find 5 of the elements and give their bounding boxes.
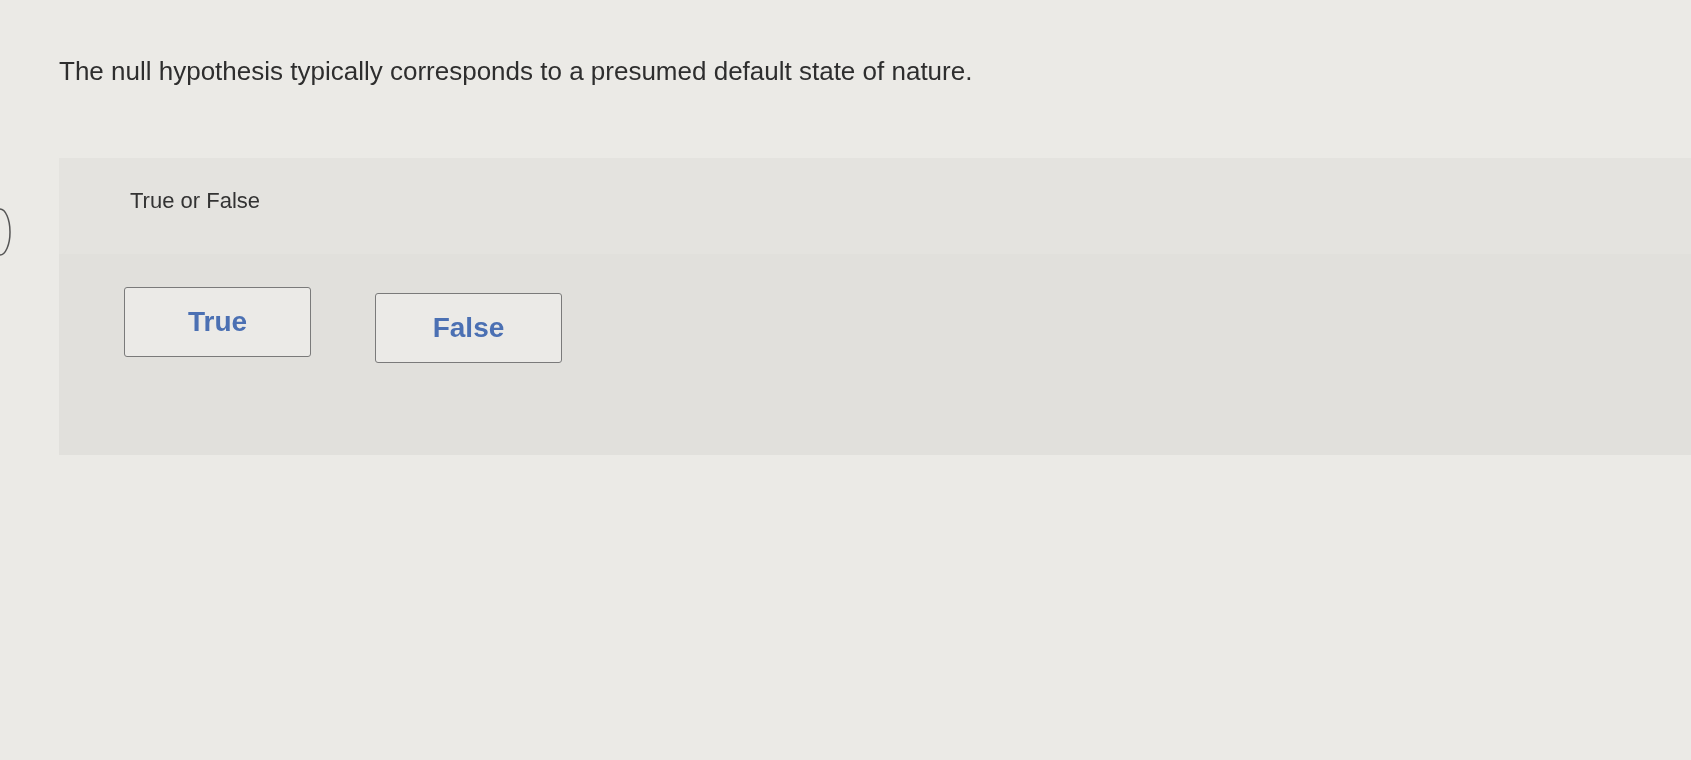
prompt-text: True or False [130, 187, 260, 215]
question-text: The null hypothesis typically corresponds to a presumed default state of nature. [59, 55, 973, 88]
answer-option-button[interactable]: False [375, 293, 562, 363]
circle-outline-icon [0, 208, 11, 256]
answer-option-button[interactable]: True [124, 287, 311, 357]
